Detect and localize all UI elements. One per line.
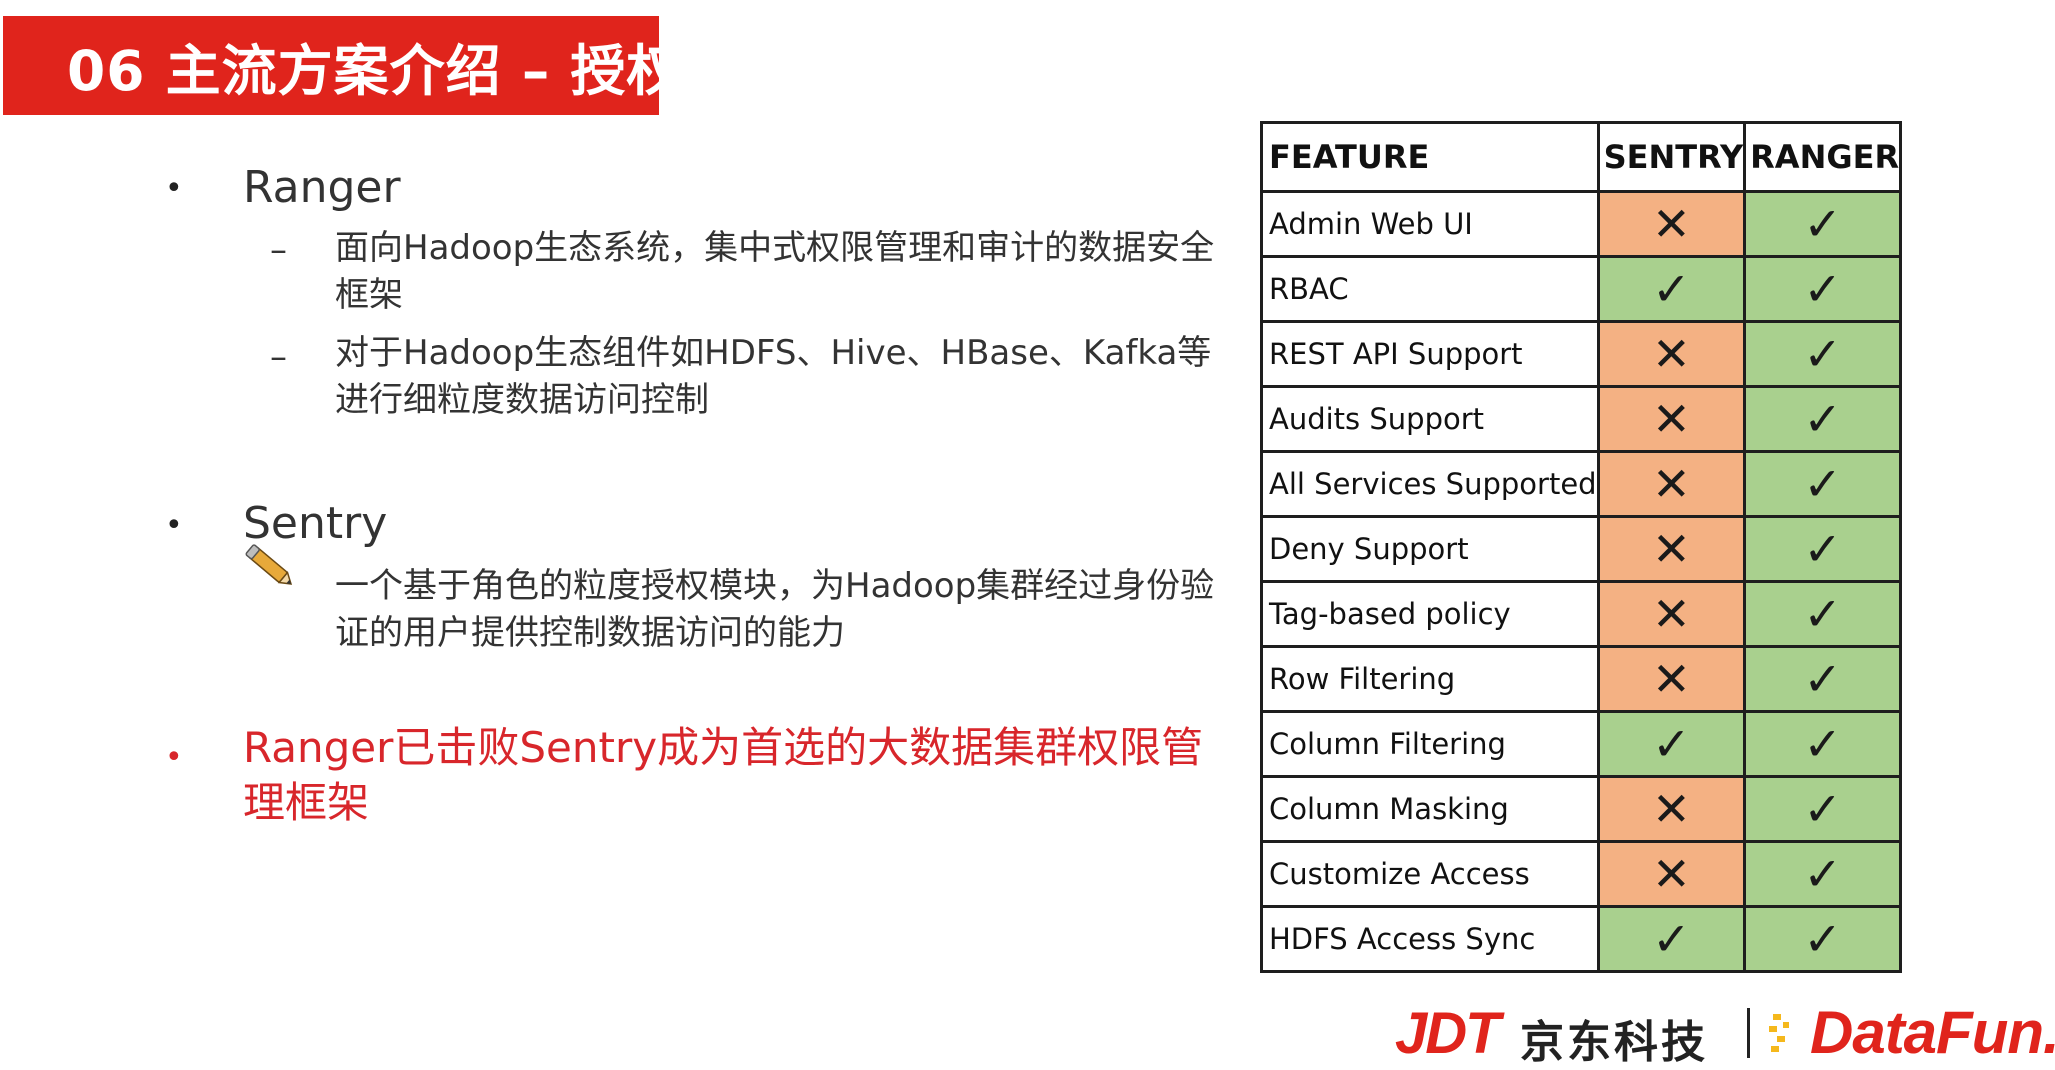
datafun-logo: DataFun. bbox=[1810, 999, 2055, 1066]
feature-name-cell: Audits Support bbox=[1260, 385, 1600, 453]
sentry-cross-icon: ✕ bbox=[1596, 645, 1747, 713]
bullet-list: • Ranger – 面向Hadoop生态系统，集中式权限管理和审计的数据安全框… bbox=[0, 0, 1240, 1069]
sentry-check-icon: ✓ bbox=[1596, 255, 1747, 323]
feature-name-cell: All Services Supported bbox=[1260, 450, 1600, 518]
ranger-check-icon: ✓ bbox=[1743, 255, 1903, 323]
sentry-cross-icon: ✕ bbox=[1596, 840, 1747, 908]
sentry-point-1: 一个基于角色的粒度授权模块，为Hadoop集群经过身份验证的用户提供控制数据访问… bbox=[335, 566, 1215, 653]
header-feature: FEATURE bbox=[1260, 121, 1600, 193]
ranger-check-icon: ✓ bbox=[1743, 385, 1903, 453]
ranger-check-icon: ✓ bbox=[1743, 645, 1903, 713]
bullet-marker: • bbox=[165, 508, 183, 543]
ranger-check-icon: ✓ bbox=[1743, 450, 1903, 518]
sentry-cross-icon: ✕ bbox=[1596, 385, 1747, 453]
logo-divider bbox=[1747, 1008, 1750, 1058]
header-sentry: SENTRY bbox=[1596, 121, 1747, 193]
feature-name-cell: REST API Support bbox=[1260, 320, 1600, 388]
table-row: Deny Support ✕ ✓ bbox=[1260, 515, 1903, 583]
sentry-check-icon: ✓ bbox=[1596, 710, 1747, 778]
table-row: Column Filtering ✓ ✓ bbox=[1260, 710, 1903, 778]
table-row: Tag-based policy ✕ ✓ bbox=[1260, 580, 1903, 648]
table-row: Row Filtering ✕ ✓ bbox=[1260, 645, 1903, 713]
table-row: RBAC ✓ ✓ bbox=[1260, 255, 1903, 323]
sub-bullet-dash: – bbox=[270, 230, 287, 270]
table-body: Admin Web UI ✕ ✓ RBAC ✓ ✓ REST API Support ✕ ✓ Au… bbox=[1260, 190, 1903, 973]
sub-bullet-dash: – bbox=[270, 337, 287, 377]
table-row: Admin Web UI ✕ ✓ bbox=[1260, 190, 1903, 258]
table-row: REST API Support ✕ ✓ bbox=[1260, 320, 1903, 388]
feature-name-cell: Admin Web UI bbox=[1260, 190, 1600, 258]
table-row: Column Masking ✕ ✓ bbox=[1260, 775, 1903, 843]
feature-name-cell: Row Filtering bbox=[1260, 645, 1600, 713]
ranger-point-1: 面向Hadoop生态系统，集中式权限管理和审计的数据安全框架 bbox=[335, 228, 1215, 315]
jdt-logo-chinese: 京东科技 bbox=[1520, 1017, 1708, 1068]
feature-comparison-table: FEATURE SENTRY RANGER Admin Web UI ✕ ✓ RBAC… bbox=[1260, 121, 1903, 973]
sentry-cross-icon: ✕ bbox=[1596, 320, 1747, 388]
ranger-check-icon: ✓ bbox=[1743, 710, 1903, 778]
ranger-check-icon: ✓ bbox=[1743, 775, 1903, 843]
jdt-logo: JDT bbox=[1395, 1001, 1501, 1066]
feature-name-cell: Column Masking bbox=[1260, 775, 1600, 843]
bullet-marker: • bbox=[165, 740, 183, 775]
sentry-check-icon: ✓ bbox=[1596, 905, 1747, 973]
table-row: HDFS Access Sync ✓ ✓ bbox=[1260, 905, 1903, 973]
feature-name-cell: Customize Access bbox=[1260, 840, 1600, 908]
table-header-row: FEATURE SENTRY RANGER bbox=[1260, 121, 1903, 193]
pencil-icon bbox=[245, 544, 293, 585]
feature-name-cell: RBAC bbox=[1260, 255, 1600, 323]
conclusion-text: Ranger已击败Sentry成为首选的大数据集群权限管理框架 bbox=[243, 723, 1204, 827]
table-row: Audits Support ✕ ✓ bbox=[1260, 385, 1903, 453]
ranger-check-icon: ✓ bbox=[1743, 580, 1903, 648]
ranger-check-icon: ✓ bbox=[1743, 190, 1903, 258]
feature-name-cell: HDFS Access Sync bbox=[1260, 905, 1600, 973]
feature-name-cell: Deny Support bbox=[1260, 515, 1600, 583]
bullet-marker: • bbox=[165, 171, 183, 206]
table-row: Customize Access ✕ ✓ bbox=[1260, 840, 1903, 908]
bullet-heading-ranger: Ranger bbox=[243, 162, 401, 213]
table-row: All Services Supported ✕ ✓ bbox=[1260, 450, 1903, 518]
sentry-cross-icon: ✕ bbox=[1596, 450, 1747, 518]
sentry-cross-icon: ✕ bbox=[1596, 580, 1747, 648]
ranger-check-icon: ✓ bbox=[1743, 515, 1903, 583]
ranger-check-icon: ✓ bbox=[1743, 905, 1903, 973]
ranger-point-2: 对于Hadoop生态组件如HDFS、Hive、HBase、Kafka等进行细粒度… bbox=[335, 333, 1212, 420]
sentry-cross-icon: ✕ bbox=[1596, 190, 1747, 258]
ranger-check-icon: ✓ bbox=[1743, 320, 1903, 388]
header-ranger: RANGER bbox=[1743, 121, 1903, 193]
ranger-check-icon: ✓ bbox=[1743, 840, 1903, 908]
footer-logos: JDT 京东科技 DataFun. bbox=[1395, 999, 2055, 1068]
feature-name-cell: Tag-based policy bbox=[1260, 580, 1600, 648]
sentry-cross-icon: ✕ bbox=[1596, 775, 1747, 843]
feature-name-cell: Column Filtering bbox=[1260, 710, 1600, 778]
sentry-cross-icon: ✕ bbox=[1596, 515, 1747, 583]
